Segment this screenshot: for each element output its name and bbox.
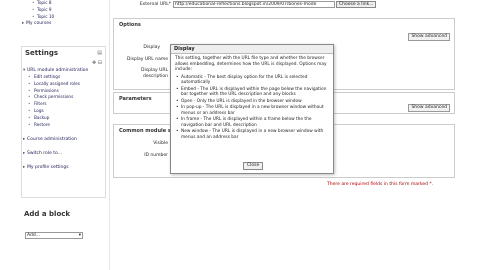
- help-close-button[interactable]: Close: [243, 162, 264, 170]
- topic-item[interactable]: • Topic 9: [21, 7, 106, 14]
- settings-block-title: Settings: [25, 49, 59, 57]
- show-advanced-parameters-button[interactable]: Show advanced: [408, 104, 450, 112]
- add-block-title: Add a block: [24, 210, 71, 218]
- settings-link-filters[interactable]: • Filters: [22, 101, 105, 108]
- bullet-icon: •: [28, 74, 31, 79]
- settings-link-check-permissions[interactable]: • Check permissions: [22, 94, 105, 101]
- required-fields-note: There are required fields in this form m…: [327, 182, 434, 187]
- parameters-legend[interactable]: Parameters: [119, 96, 152, 102]
- display-label: Display: [143, 45, 160, 50]
- expand-arrow-icon: ▸: [23, 137, 26, 143]
- display-url-description-label: Display URL description: [141, 68, 168, 79]
- expand-arrow-icon: ▸: [22, 21, 25, 27]
- settings-link-locally-assigned-roles[interactable]: • Locally assigned roles: [22, 81, 105, 88]
- help-popup-body: This setting, together with the URL file…: [171, 54, 333, 143]
- bullet-icon: •: [28, 87, 31, 93]
- id-number-label: ID number: [144, 153, 168, 158]
- common-module-settings-legend[interactable]: Common module s: [119, 128, 171, 134]
- profile-settings-node[interactable]: ▸ My profile settings: [22, 164, 105, 171]
- bullet-icon: •: [28, 107, 31, 113]
- help-options-list: Automatic - The best display option for …: [175, 75, 329, 141]
- url-module-admin-node[interactable]: ▾ URL module administration: [22, 67, 105, 74]
- bullet-icon: •: [32, 0, 35, 5]
- topic-item[interactable]: • Topic 8: [21, 0, 106, 7]
- help-option-item: New window - The URL is displayed in a n…: [175, 129, 329, 140]
- settings-link-permissions[interactable]: • Permissions: [22, 88, 105, 95]
- bullet-icon: •: [32, 6, 35, 12]
- bullet-icon: •: [28, 114, 31, 120]
- bullet-icon: •: [28, 101, 31, 107]
- display-help-popup: Display This setting, together with the …: [170, 44, 334, 174]
- help-option-item: In pop-up - The URL is displayed in a ne…: [175, 105, 329, 116]
- switch-role-node[interactable]: ▸ Switch role to...: [22, 150, 105, 157]
- bullet-icon: •: [32, 13, 35, 19]
- options-legend[interactable]: Options: [119, 22, 141, 28]
- expand-arrow-icon: ▾: [23, 68, 26, 73]
- help-intro: This setting, together with the URL file…: [175, 56, 327, 72]
- help-option-item: Automatic - The best display option for …: [175, 75, 329, 86]
- course-admin-node[interactable]: ▸ Course administration: [22, 136, 105, 143]
- topic-item[interactable]: • Topic 10: [21, 14, 106, 21]
- block-move-icons[interactable]: ✥ ⊟: [92, 60, 102, 66]
- bullet-icon: •: [28, 121, 31, 127]
- external-url-input[interactable]: http://educational-reflections.blogspot.…: [173, 1, 335, 8]
- my-courses-link[interactable]: ▸ My courses: [21, 20, 106, 27]
- settings-link-restore[interactable]: • Restore: [22, 122, 105, 129]
- choose-link-button[interactable]: Choose a link...: [336, 1, 377, 8]
- bullet-icon: •: [28, 94, 31, 100]
- chevron-down-icon: ▾: [78, 233, 81, 238]
- help-option-item: Open - Only the URL is displayed in the …: [175, 99, 329, 105]
- show-advanced-options-button[interactable]: Show advanced: [408, 33, 450, 41]
- help-popup-title: Display: [171, 45, 333, 54]
- external-url-label: External URL*: [139, 2, 171, 7]
- expand-arrow-icon: ▸: [23, 165, 26, 171]
- block-control-icons[interactable]: ▤: [97, 50, 102, 56]
- settings-block: Settings ▤ ✥ ⊟ ▾ URL module administratio…: [21, 46, 106, 198]
- help-option-item: Embed - The URL is displayed within the …: [175, 87, 329, 98]
- display-url-name-label: Display URL name: [126, 57, 168, 62]
- add-block-block: Add a block Add... ▾: [21, 206, 106, 246]
- settings-link-edit-settings[interactable]: • Edit settings: [22, 74, 105, 81]
- settings-link-backup[interactable]: • Backup: [22, 115, 105, 122]
- help-option-item: In frame - The URL is displayed within a…: [175, 117, 329, 128]
- navigation-tree-fragment: • Topic 8 • Topic 9 • Topic 10 ▸ My courses: [21, 0, 106, 37]
- bullet-icon: •: [28, 80, 31, 86]
- left-column: • Topic 8 • Topic 9 • Topic 10 ▸ My courses …: [0, 0, 110, 270]
- expand-arrow-icon: ▸: [23, 151, 26, 157]
- visible-label: Visible: [153, 141, 168, 146]
- add-block-select[interactable]: Add... ▾: [25, 232, 83, 239]
- settings-link-logs[interactable]: • Logs: [22, 108, 105, 115]
